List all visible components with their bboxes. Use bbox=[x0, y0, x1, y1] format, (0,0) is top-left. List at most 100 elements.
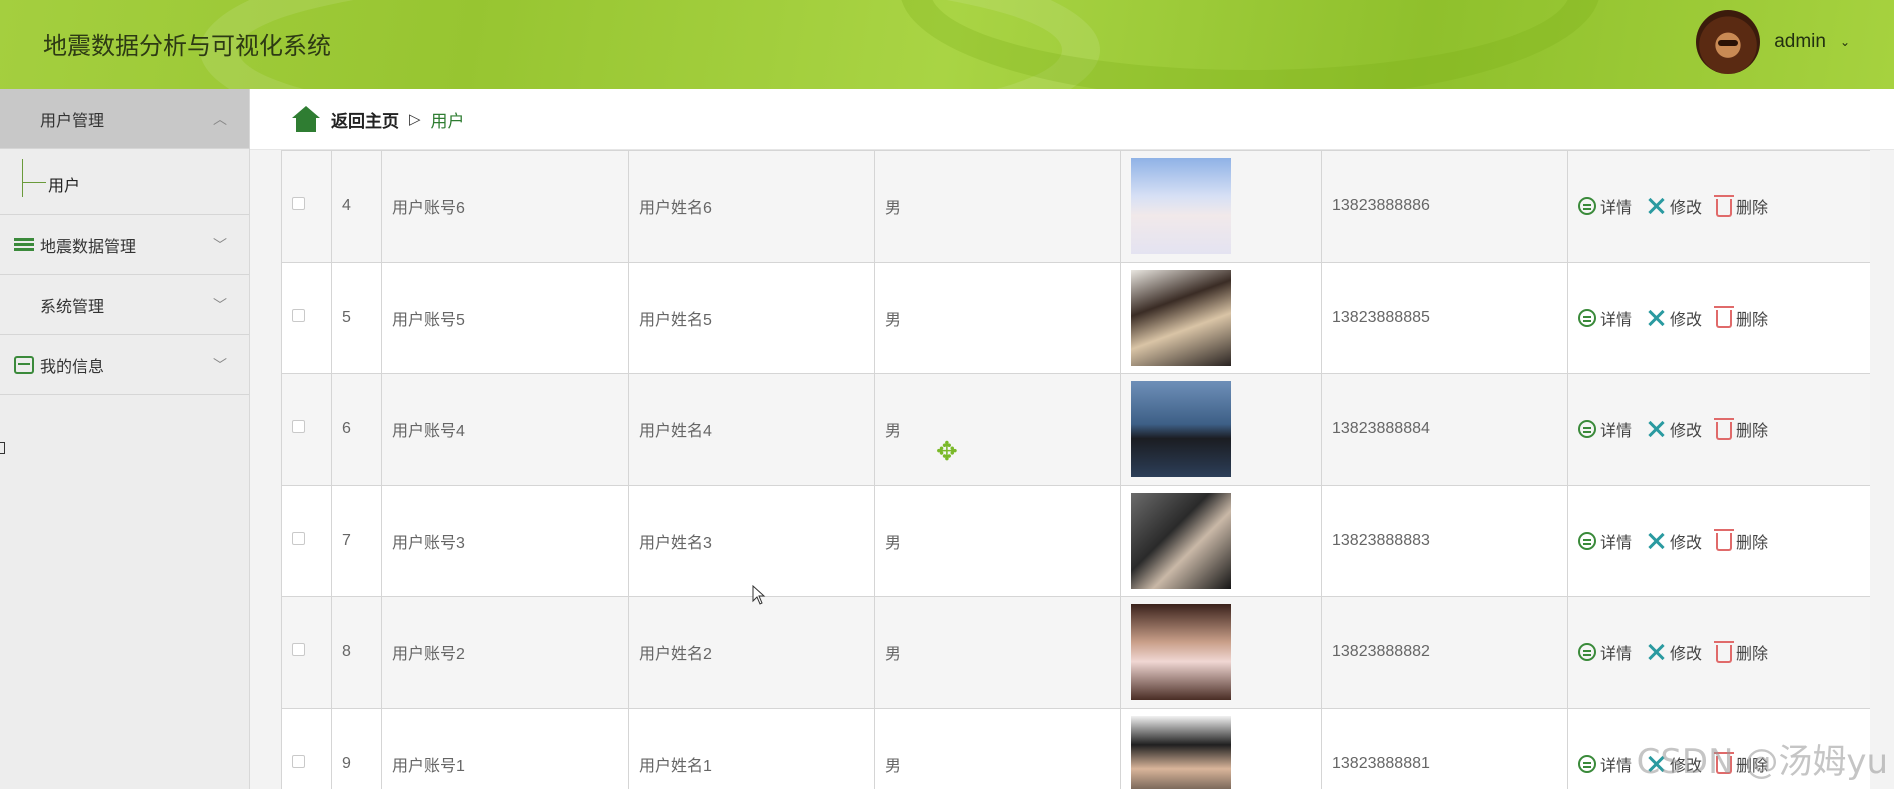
user-photo bbox=[1131, 158, 1231, 255]
user-gender: 男 bbox=[874, 261, 1121, 374]
edit-icon bbox=[1646, 308, 1666, 328]
sidebar-group-my-info[interactable]: 我的信息 ﹀ bbox=[0, 335, 249, 395]
user-photo bbox=[1131, 381, 1231, 478]
user-account: 用户账号5 bbox=[381, 261, 629, 374]
detail-button[interactable]: 详情 bbox=[1578, 194, 1632, 218]
row-actions: 详情 修改 删除 bbox=[1567, 150, 1870, 263]
delete-label[interactable]: 删除 bbox=[1736, 194, 1768, 218]
row-checkbox[interactable] bbox=[292, 308, 305, 322]
row-index: 6 bbox=[331, 373, 382, 486]
breadcrumb-current: 用户 bbox=[430, 111, 465, 131]
tree-line bbox=[22, 159, 23, 197]
user-name: 用户姓名1 bbox=[628, 707, 875, 789]
sidebar-group-earthquake-data[interactable]: 地震数据管理 ﹀ bbox=[0, 215, 249, 275]
delete-button[interactable]: 删除 bbox=[1714, 306, 1768, 330]
delete-button[interactable]: 删除 bbox=[1714, 417, 1768, 441]
chevron-down-icon[interactable]: ﹀ bbox=[213, 355, 227, 375]
row-checkbox[interactable] bbox=[292, 420, 305, 434]
row-checkbox-cell bbox=[281, 596, 332, 709]
avatar[interactable] bbox=[1696, 10, 1761, 74]
delete-label[interactable]: 删除 bbox=[1736, 529, 1768, 553]
user-photo-cell bbox=[1120, 484, 1322, 597]
detail-icon bbox=[1578, 308, 1596, 327]
user-photo-cell bbox=[1120, 150, 1322, 263]
detail-label[interactable]: 详情 bbox=[1600, 640, 1632, 664]
sidebar-item-label[interactable]: 用户 bbox=[48, 172, 80, 196]
breadcrumb-home-link[interactable]: 返回主页 bbox=[331, 107, 399, 132]
edit-button[interactable]: 修改 bbox=[1646, 640, 1702, 664]
grid-icon bbox=[14, 296, 34, 314]
row-checkbox[interactable] bbox=[292, 643, 305, 657]
user-photo bbox=[1131, 492, 1231, 589]
delete-label[interactable]: 删除 bbox=[1736, 640, 1768, 664]
trash-icon bbox=[1714, 194, 1735, 217]
user-gender: 男 bbox=[874, 150, 1121, 263]
user-account: 用户账号4 bbox=[381, 373, 629, 486]
detail-icon bbox=[1578, 420, 1596, 439]
chevron-up-icon[interactable]: ︿ bbox=[213, 109, 227, 129]
user-photo-cell bbox=[1120, 261, 1322, 374]
row-checkbox[interactable] bbox=[292, 531, 305, 545]
breadcrumb-separator-icon: ▷ bbox=[409, 111, 421, 128]
sidebar-item-user[interactable]: 用户 bbox=[0, 149, 249, 215]
edit-label[interactable]: 修改 bbox=[1670, 194, 1702, 218]
detail-button[interactable]: 详情 bbox=[1578, 640, 1632, 664]
delete-label[interactable]: 删除 bbox=[1736, 417, 1768, 441]
row-checkbox-cell bbox=[281, 373, 332, 486]
edit-icon bbox=[1646, 419, 1666, 439]
sidebar-group-user-management[interactable]: 用户管理 ︿ bbox=[0, 89, 249, 149]
detail-button[interactable]: 详情 bbox=[1578, 752, 1632, 776]
chevron-down-icon[interactable]: ⌄ bbox=[1840, 35, 1850, 49]
user-gender: 男 bbox=[874, 373, 1121, 486]
user-phone: 13823888885 bbox=[1321, 261, 1568, 374]
chevron-down-icon[interactable]: ﹀ bbox=[213, 235, 227, 255]
edit-button[interactable]: 修改 bbox=[1646, 306, 1702, 330]
user-phone: 13823888884 bbox=[1321, 373, 1568, 486]
detail-label[interactable]: 详情 bbox=[1600, 529, 1632, 553]
user-photo bbox=[1131, 604, 1231, 701]
delete-button[interactable]: 删除 bbox=[1714, 640, 1768, 664]
edit-icon bbox=[1646, 642, 1666, 662]
edit-label[interactable]: 修改 bbox=[1670, 640, 1702, 664]
user-menu[interactable]: admin ⌄ bbox=[1696, 8, 1850, 76]
user-gender: 男 bbox=[874, 707, 1121, 789]
username[interactable]: admin bbox=[1774, 31, 1826, 53]
home-icon[interactable] bbox=[291, 106, 321, 132]
row-checkbox[interactable] bbox=[292, 197, 305, 211]
delete-label[interactable]: 删除 bbox=[1736, 306, 1768, 330]
row-checkbox-cell bbox=[281, 261, 332, 374]
chevron-down-icon[interactable]: ﹀ bbox=[213, 295, 227, 315]
user-photo-cell bbox=[1120, 707, 1322, 789]
edit-label[interactable]: 修改 bbox=[1670, 529, 1702, 553]
edit-label[interactable]: 修改 bbox=[1670, 306, 1702, 330]
delete-button[interactable]: 删除 bbox=[1714, 194, 1768, 218]
sidebar-group-system-management[interactable]: 系统管理 ﹀ bbox=[0, 275, 249, 335]
edit-label[interactable]: 修改 bbox=[1670, 417, 1702, 441]
user-photo bbox=[1131, 269, 1231, 366]
detail-label[interactable]: 详情 bbox=[1600, 194, 1632, 218]
row-index: 9 bbox=[331, 707, 382, 789]
edit-button[interactable]: 修改 bbox=[1646, 417, 1702, 441]
detail-label[interactable]: 详情 bbox=[1600, 752, 1632, 776]
user-phone: 13823888883 bbox=[1321, 484, 1568, 597]
row-index: 5 bbox=[331, 261, 382, 374]
breadcrumb: 返回主页 ▷ 用户 bbox=[250, 89, 1894, 150]
table-row: 6 用户账号4 用户姓名4 男 13823888884 详情 修改 删除 bbox=[281, 373, 1870, 486]
row-checkbox-cell bbox=[281, 484, 332, 597]
delete-button[interactable]: 删除 bbox=[1714, 529, 1768, 553]
detail-label[interactable]: 详情 bbox=[1600, 417, 1632, 441]
sidebar-group-label: 用户管理 bbox=[40, 112, 105, 130]
edit-button[interactable]: 修改 bbox=[1646, 194, 1702, 218]
edit-icon bbox=[1646, 531, 1666, 551]
detail-button[interactable]: 详情 bbox=[1578, 306, 1632, 330]
row-checkbox[interactable] bbox=[292, 754, 305, 768]
card-icon bbox=[14, 355, 34, 374]
user-phone: 13823888881 bbox=[1321, 707, 1568, 789]
row-checkbox-cell bbox=[281, 707, 332, 789]
detail-button[interactable]: 详情 bbox=[1578, 529, 1632, 553]
detail-button[interactable]: 详情 bbox=[1578, 417, 1632, 441]
detail-label[interactable]: 详情 bbox=[1600, 306, 1632, 330]
user-name: 用户姓名4 bbox=[628, 373, 875, 486]
row-actions: 详情 修改 删除 bbox=[1567, 261, 1870, 374]
edit-button[interactable]: 修改 bbox=[1646, 529, 1702, 553]
